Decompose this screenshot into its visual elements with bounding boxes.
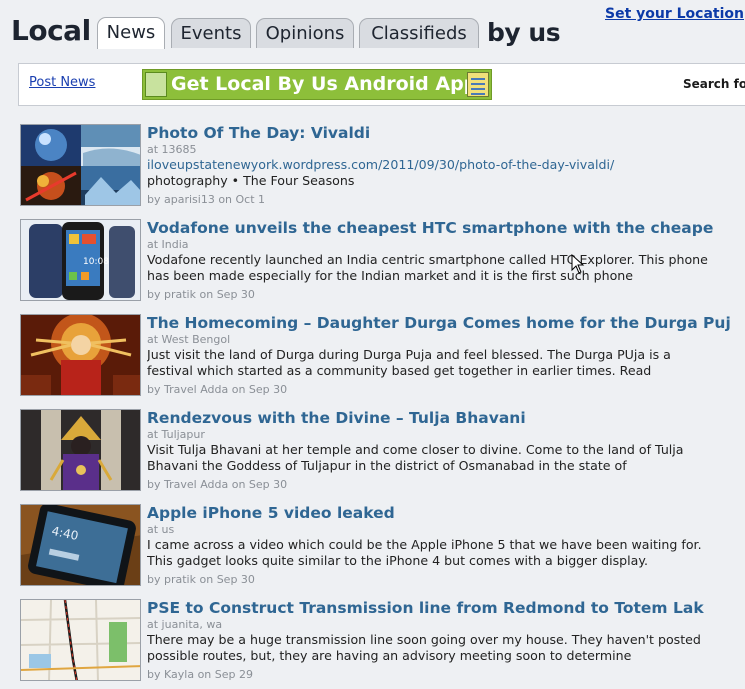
item-title[interactable]: Photo Of The Day: Vivaldi xyxy=(147,124,370,142)
item-title[interactable]: Rendezvous with the Divine – Tulja Bhava… xyxy=(147,409,526,427)
item-location: at us xyxy=(147,523,175,536)
item-byline: by aparisi13 on Oct 1 xyxy=(147,193,266,206)
svg-text:10:08: 10:08 xyxy=(83,257,109,267)
iphone-image[interactable]: 4:40 xyxy=(20,504,141,586)
item-description: iloveupstatenewyork.wordpress.com/2011/0… xyxy=(147,157,712,189)
item-title[interactable]: The Homecoming – Daughter Durga Comes ho… xyxy=(147,314,731,332)
tab-news[interactable]: News xyxy=(97,17,165,49)
item-author[interactable]: aparisi13 xyxy=(164,193,215,206)
android-app-button[interactable]: Get Local By Us Android App xyxy=(142,69,492,100)
item-author[interactable]: Travel Adda xyxy=(164,478,228,491)
item-date: on Oct 1 xyxy=(218,193,266,206)
android-icon xyxy=(145,72,167,97)
set-location-link[interactable]: Set your Location xyxy=(605,6,744,22)
item-location: at Tuljapur xyxy=(147,428,205,441)
item-byline: by pratik on Sep 30 xyxy=(147,573,255,586)
map-image[interactable] xyxy=(20,599,141,681)
item-location: at 13685 xyxy=(147,143,197,156)
item-date: on Sep 30 xyxy=(231,478,288,491)
item-byline: by pratik on Sep 30 xyxy=(147,288,255,301)
tab-events[interactable]: Events xyxy=(171,18,251,48)
item-author[interactable]: pratik xyxy=(164,573,196,586)
tab-classifieds[interactable]: Classifieds xyxy=(359,18,479,48)
item-author[interactable]: Kayla xyxy=(164,668,194,681)
site-header: Local News Events Opinions Classifieds b… xyxy=(0,0,745,49)
item-title[interactable]: Vodafone unveils the cheapest HTC smartp… xyxy=(147,219,713,237)
item-title[interactable]: Apple iPhone 5 video leaked xyxy=(147,504,395,522)
item-date: on Sep 30 xyxy=(199,288,255,301)
mouse-cursor-icon xyxy=(571,254,585,274)
item-url[interactable]: iloveupstatenewyork.wordpress.com/2011/0… xyxy=(147,157,712,173)
logo-by-us: by us xyxy=(487,18,561,47)
list-item: Rendezvous with the Divine – Tulja Bhava… xyxy=(19,406,739,496)
item-title[interactable]: PSE to Construct Transmission line from … xyxy=(147,599,704,617)
item-date: on Sep 30 xyxy=(231,383,288,396)
list-item: Photo Of The Day: Vivaldi at 13685 ilove… xyxy=(19,121,739,211)
list-item: 4:40 Apple iPhone 5 video leaked at us I… xyxy=(19,501,739,591)
durga-idol-image[interactable] xyxy=(20,314,141,396)
tulja-bhavani-image[interactable] xyxy=(20,409,141,491)
android-app-label: Get Local By Us Android App xyxy=(171,73,478,95)
item-description: I came across a video which could be the… xyxy=(147,537,702,568)
item-description: Vodafone recently launched an India cent… xyxy=(147,252,708,283)
list-item: The Homecoming – Daughter Durga Comes ho… xyxy=(19,311,739,401)
toolbar: Post News Get Local By Us Android App Se… xyxy=(18,63,745,106)
item-byline: by Travel Adda on Sep 30 xyxy=(147,478,288,491)
item-date: on Sep 30 xyxy=(199,573,255,586)
item-tags: photography • The Four Seasons xyxy=(147,173,355,188)
vivaldi-collage-image[interactable] xyxy=(20,124,141,206)
item-author[interactable]: Travel Adda xyxy=(164,383,228,396)
htc-phone-image[interactable]: 10:08 xyxy=(20,219,141,301)
item-description: Visit Tulja Bhavani at her temple and co… xyxy=(147,442,684,473)
list-item: 10:08 Vodafone unveils the cheapest HTC … xyxy=(19,216,739,306)
item-description: There may be a huge transmission line so… xyxy=(147,632,701,663)
item-location: at India xyxy=(147,238,189,251)
logo-local[interactable]: Local xyxy=(11,14,91,47)
document-icon xyxy=(467,72,489,97)
item-location: at West Bengol xyxy=(147,333,231,346)
item-author[interactable]: pratik xyxy=(164,288,196,301)
item-description: Just visit the land of Durga during Durg… xyxy=(147,347,671,378)
post-news-link[interactable]: Post News xyxy=(29,75,95,90)
list-item: PSE to Construct Transmission line from … xyxy=(19,596,739,686)
item-location: at juanita, wa xyxy=(147,618,223,631)
search-label: Search for xyxy=(683,77,745,91)
tab-opinions[interactable]: Opinions xyxy=(256,18,354,48)
item-date: on Sep 29 xyxy=(197,668,254,681)
item-byline: by Kayla on Sep 29 xyxy=(147,668,254,681)
item-byline: by Travel Adda on Sep 30 xyxy=(147,383,288,396)
